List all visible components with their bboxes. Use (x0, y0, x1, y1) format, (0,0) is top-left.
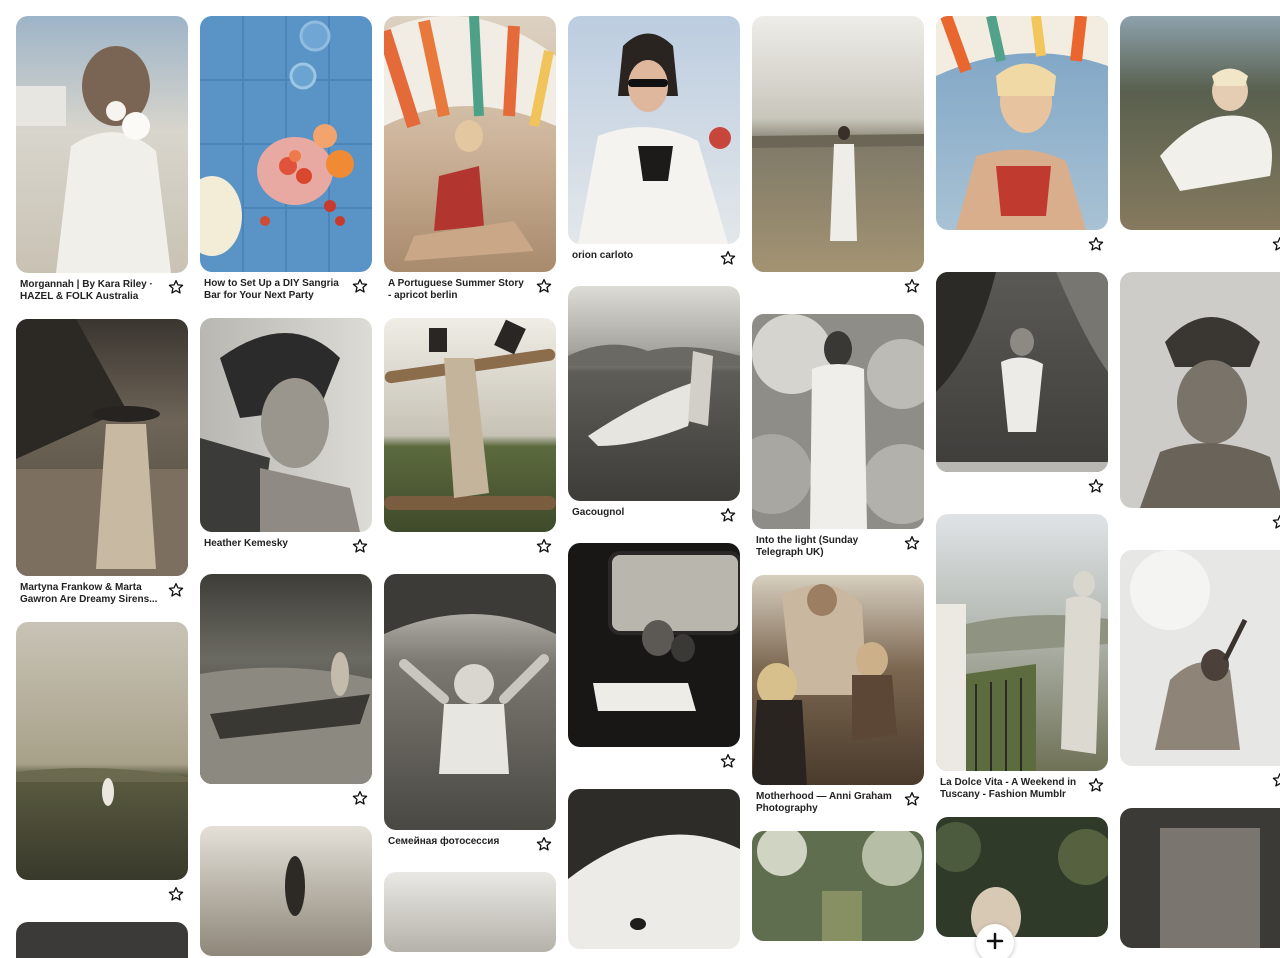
pin-card[interactable]: Martyna Frankow & Marta Gawron Are Dream… (16, 319, 188, 606)
pin-card[interactable]: Morgannah | By Kara Riley · HAZEL & FOLK… (16, 16, 188, 303)
pin-image[interactable] (200, 16, 372, 272)
star-outline-icon[interactable] (168, 582, 184, 598)
pin-image[interactable] (1120, 808, 1280, 948)
pin-column: La Dolce Vita - A Weekend in Tuscany - F… (936, 16, 1108, 953)
pin-image[interactable] (752, 575, 924, 785)
pin-title[interactable]: Motherhood — Anni Graham Photography (756, 791, 894, 815)
pin-image[interactable] (568, 789, 740, 949)
pin-title[interactable]: orion carloto (572, 250, 710, 262)
star-outline-icon[interactable] (904, 278, 920, 294)
star-outline-icon[interactable] (536, 538, 552, 554)
star-outline-icon[interactable] (1272, 514, 1280, 530)
star-outline-icon[interactable] (1272, 772, 1280, 788)
star-outline-icon[interactable] (720, 250, 736, 266)
pin-title[interactable]: How to Set Up a DIY Sangria Bar for Your… (204, 278, 342, 302)
pin-image[interactable] (936, 514, 1108, 771)
add-button[interactable] (976, 924, 1014, 958)
pin-card[interactable] (1120, 808, 1280, 948)
pin-title[interactable]: Into the light (Sunday Telegraph UK) (756, 535, 894, 559)
pin-image[interactable] (200, 318, 372, 532)
pin-column: Morgannah | By Kara Riley · HAZEL & FOLK… (16, 16, 188, 958)
pin-card[interactable]: A Portuguese Summer Story - apricot berl… (384, 16, 556, 302)
pin-image[interactable] (936, 817, 1108, 937)
pin-card[interactable] (384, 318, 556, 558)
pin-image[interactable] (568, 286, 740, 501)
pin-title[interactable]: Gacougnol (572, 507, 710, 519)
pin-card[interactable]: How to Set Up a DIY Sangria Bar for Your… (200, 16, 372, 302)
star-outline-icon[interactable] (536, 278, 552, 294)
star-outline-icon[interactable] (1088, 478, 1104, 494)
pin-image[interactable] (752, 831, 924, 941)
pin-image[interactable] (568, 16, 740, 244)
pin-card[interactable] (936, 272, 1108, 498)
star-outline-icon[interactable] (352, 790, 368, 806)
star-outline-icon[interactable] (352, 278, 368, 294)
pin-card[interactable] (200, 574, 372, 810)
pin-title[interactable]: Morgannah | By Kara Riley · HAZEL & FOLK… (20, 279, 158, 303)
star-outline-icon[interactable] (168, 279, 184, 295)
star-outline-icon[interactable] (168, 886, 184, 902)
star-outline-icon[interactable] (1272, 236, 1280, 252)
pin-image[interactable] (16, 16, 188, 273)
pin-card[interactable] (568, 543, 740, 773)
pin-card[interactable]: La Dolce Vita - A Weekend in Tuscany - F… (936, 514, 1108, 801)
pin-card[interactable] (936, 817, 1108, 937)
pin-card[interactable]: Gacougnol (568, 286, 740, 527)
pin-card[interactable]: Motherhood — Anni Graham Photography (752, 575, 924, 815)
pin-column: How to Set Up a DIY Sangria Bar for Your… (200, 16, 372, 958)
star-outline-icon[interactable] (352, 538, 368, 554)
pin-image[interactable] (16, 622, 188, 880)
pin-image[interactable] (384, 16, 556, 272)
pin-title[interactable]: Heather Kemesky (204, 538, 342, 550)
pin-image[interactable] (200, 826, 372, 956)
pin-card[interactable] (16, 622, 188, 906)
pin-image[interactable] (384, 872, 556, 952)
pin-card[interactable]: Into the light (Sunday Telegraph UK) (752, 314, 924, 559)
pin-card[interactable]: Heather Kemesky (200, 318, 372, 558)
pin-column: orion carloto Gacougnol (568, 16, 740, 958)
pin-card[interactable] (1120, 272, 1280, 534)
pin-card[interactable] (752, 831, 924, 941)
pin-image[interactable] (384, 574, 556, 830)
pin-card[interactable]: Семейная фотосессия (384, 574, 556, 856)
pin-card[interactable] (1120, 550, 1280, 792)
pin-card[interactable]: orion carloto (568, 16, 740, 270)
pin-image[interactable] (936, 272, 1108, 472)
pin-image[interactable] (752, 314, 924, 529)
pin-image[interactable] (16, 319, 188, 576)
pin-card[interactable] (384, 872, 556, 952)
pin-image[interactable] (1120, 550, 1280, 766)
pin-board: Morgannah | By Kara Riley · HAZEL & FOLK… (0, 0, 1280, 958)
pin-title[interactable]: La Dolce Vita - A Weekend in Tuscany - F… (940, 777, 1078, 801)
pin-image[interactable] (1120, 272, 1280, 508)
star-outline-icon[interactable] (1088, 777, 1104, 793)
pin-card[interactable] (752, 16, 924, 298)
pin-image[interactable] (200, 574, 372, 784)
pin-image[interactable] (936, 16, 1108, 230)
pin-column (1120, 16, 1280, 958)
plus-icon (986, 932, 1004, 955)
pin-column: Into the light (Sunday Telegraph UK) Mot… (752, 16, 924, 957)
pin-title[interactable]: A Portuguese Summer Story - apricot berl… (388, 278, 526, 302)
pin-image[interactable] (568, 543, 740, 747)
pin-image[interactable] (16, 922, 188, 958)
pin-column: A Portuguese Summer Story - apricot berl… (384, 16, 556, 958)
star-outline-icon[interactable] (904, 791, 920, 807)
star-outline-icon[interactable] (720, 753, 736, 769)
pin-card[interactable] (936, 16, 1108, 256)
pin-title[interactable]: Семейная фотосессия (388, 836, 526, 848)
star-outline-icon[interactable] (904, 535, 920, 551)
star-outline-icon[interactable] (536, 836, 552, 852)
pin-card[interactable] (1120, 16, 1280, 256)
pin-card[interactable] (200, 826, 372, 956)
pin-card[interactable] (16, 922, 188, 958)
pin-image[interactable] (384, 318, 556, 532)
pin-image[interactable] (752, 16, 924, 272)
star-outline-icon[interactable] (720, 507, 736, 523)
star-outline-icon[interactable] (1088, 236, 1104, 252)
pin-title[interactable]: Martyna Frankow & Marta Gawron Are Dream… (20, 582, 158, 606)
pin-image[interactable] (1120, 16, 1280, 230)
pin-card[interactable] (568, 789, 740, 949)
